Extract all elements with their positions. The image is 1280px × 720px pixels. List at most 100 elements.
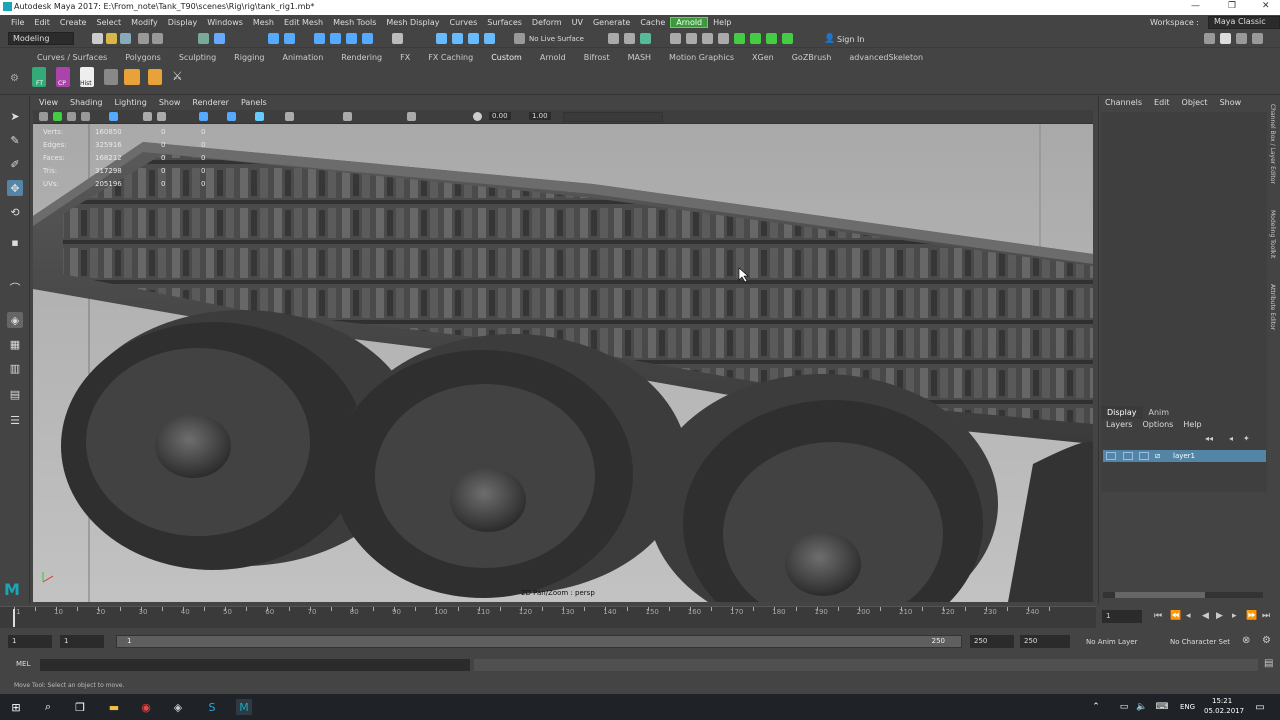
render-icon[interactable]	[452, 33, 463, 44]
menu-file[interactable]: File	[6, 18, 29, 27]
go-to-start-icon[interactable]: ⏮	[1154, 611, 1162, 621]
chrome-icon[interactable]: ◉	[138, 699, 154, 715]
graph-editor-icon[interactable]	[686, 33, 697, 44]
layout-side-icon[interactable]: ▤	[7, 386, 23, 402]
menu-curves[interactable]: Curves	[444, 18, 482, 27]
notifications-icon[interactable]: ▭	[1252, 699, 1268, 715]
menu-select[interactable]: Select	[91, 18, 126, 27]
layer-ref-toggle[interactable]	[1139, 452, 1149, 460]
layer-menu-layers[interactable]: Layers	[1101, 420, 1137, 429]
step-back-icon[interactable]: ◂	[1186, 611, 1191, 621]
layer-move-up-icon[interactable]: ◂◂	[1205, 434, 1213, 443]
layout-single-icon[interactable]: ▦	[7, 336, 23, 352]
camera-select-icon[interactable]	[39, 112, 48, 121]
redo-icon[interactable]	[152, 33, 163, 44]
panel-layout-icon[interactable]	[1204, 33, 1215, 44]
lasso-tool-icon[interactable]: ✎	[7, 132, 23, 148]
layer-menu-options[interactable]: Options	[1137, 420, 1178, 429]
outliner-layout-icon[interactable]: ☰	[7, 412, 23, 428]
bookmark-icon[interactable]	[67, 112, 76, 121]
cb-menu-show[interactable]: Show	[1214, 98, 1248, 107]
modeling-toolkit-icon[interactable]	[734, 33, 745, 44]
sign-in-button[interactable]: Sign In	[837, 35, 864, 44]
select-vertex-icon[interactable]	[268, 33, 279, 44]
menu-surfaces[interactable]: Surfaces	[482, 18, 527, 27]
vp-menu-show[interactable]: Show	[153, 98, 187, 110]
menu-uv[interactable]: UV	[567, 18, 588, 27]
menu-help[interactable]: Help	[708, 18, 736, 27]
shelf-tab-advanced-skeleton[interactable]: advancedSkeleton	[840, 53, 932, 62]
menu-deform[interactable]: Deform	[527, 18, 567, 27]
step-back-key-icon[interactable]: ⏪	[1170, 611, 1181, 621]
start-time-field[interactable]: 1	[8, 635, 52, 648]
cube-group-icon[interactable]	[124, 69, 140, 85]
workspace-dropdown[interactable]: Maya Classic	[1208, 16, 1280, 29]
clock-time[interactable]: 15:21	[1212, 697, 1232, 705]
network-icon[interactable]: ▭	[1116, 699, 1132, 715]
step-forward-icon[interactable]: ▸	[1232, 611, 1237, 621]
cb-menu-channels[interactable]: Channels	[1099, 98, 1148, 107]
layer-playback-toggle[interactable]	[1123, 452, 1133, 460]
gamma-field[interactable]: 1.00	[529, 112, 551, 120]
menu-set-dropdown[interactable]: Modeling	[8, 32, 74, 45]
shadows-icon[interactable]	[343, 112, 352, 121]
mel-input[interactable]	[40, 659, 470, 671]
ipr-icon[interactable]	[468, 33, 479, 44]
rotate-tool-icon[interactable]: ⟲	[7, 204, 23, 220]
language-indicator[interactable]: ENG	[1180, 703, 1195, 711]
shelf-tab-gozbrush[interactable]: GoZBrush	[783, 53, 841, 62]
current-frame-field[interactable]: 1	[1102, 610, 1142, 623]
tray-up-icon[interactable]: ⌃	[1088, 699, 1104, 715]
auto-key-icon[interactable]: ⊗	[1242, 635, 1250, 646]
snap-curve-icon[interactable]	[330, 33, 341, 44]
shelf-gear-icon[interactable]: ⚙	[10, 73, 19, 84]
channel-box-icon[interactable]	[782, 33, 793, 44]
shelf-tab-sculpting[interactable]: Sculpting	[170, 53, 225, 62]
step-forward-key-icon[interactable]: ⏩	[1246, 611, 1257, 621]
smooth-shade-icon[interactable]	[157, 112, 166, 121]
select-object-icon[interactable]	[214, 33, 225, 44]
task-view-icon[interactable]: ❐	[72, 699, 88, 715]
grid-toggle-icon[interactable]	[109, 112, 118, 121]
shelf-tab-custom[interactable]: Custom	[482, 53, 531, 62]
name-field-icon[interactable]	[624, 33, 635, 44]
last-tool-icon[interactable]: ◈	[7, 312, 23, 328]
joint-tool-icon[interactable]: ⚔	[172, 69, 183, 83]
exposure-field[interactable]: 0.00	[489, 112, 511, 120]
viewport-persp[interactable]: Verts: 160850 0 0 Edges: 325916 0 0 Faces: 1682…	[33, 124, 1093, 602]
shelf-tab-fx[interactable]: FX	[391, 53, 419, 62]
menu-edit[interactable]: Edit	[29, 18, 55, 27]
menu-edit-mesh[interactable]: Edit Mesh	[279, 18, 328, 27]
shelf-tab-animation[interactable]: Animation	[273, 53, 332, 62]
playback-start-field[interactable]: 1	[60, 635, 104, 648]
preferences-icon[interactable]: ⚙	[1262, 635, 1271, 646]
menu-display[interactable]: Display	[163, 18, 203, 27]
layer-row[interactable]: ⧄ layer1	[1103, 450, 1266, 462]
input-ops-icon[interactable]	[608, 33, 619, 44]
move-tool-icon[interactable]: ✥	[7, 180, 23, 196]
menu-mesh-display[interactable]: Mesh Display	[381, 18, 444, 27]
select-tool-icon[interactable]: ➤	[7, 108, 23, 124]
select-hierarchy-icon[interactable]	[198, 33, 209, 44]
isolate-icon[interactable]	[227, 112, 236, 121]
playback-end-field[interactable]: 250	[970, 635, 1014, 648]
paint-select-icon[interactable]: ✐	[7, 156, 23, 172]
xray-icon[interactable]	[199, 112, 208, 121]
shelf-tab-arnold[interactable]: Arnold	[531, 53, 575, 62]
panel-four-icon[interactable]	[1252, 33, 1263, 44]
shelf-tab-rendering[interactable]: Rendering	[332, 53, 391, 62]
open-scene-icon[interactable]	[106, 33, 117, 44]
layer-new-icon[interactable]: ◂	[1229, 434, 1233, 443]
volume-icon[interactable]: 🔈	[1134, 699, 1150, 715]
menu-mesh-tools[interactable]: Mesh Tools	[328, 18, 381, 27]
color-space-dropdown[interactable]	[563, 112, 663, 122]
live-surface-label[interactable]: No Live Surface	[529, 35, 584, 43]
exposure-icon[interactable]	[473, 112, 482, 121]
tab-display[interactable]: Display	[1101, 406, 1143, 419]
character-set-dropdown[interactable]: No Character Set	[1170, 638, 1230, 646]
scale-tool-icon[interactable]: ▪	[7, 234, 23, 250]
menu-generate[interactable]: Generate	[588, 18, 635, 27]
shelf-tab-polygons[interactable]: Polygons	[116, 53, 170, 62]
shelf-tab-fx-caching[interactable]: FX Caching	[419, 53, 482, 62]
select-edge-icon[interactable]	[284, 33, 295, 44]
